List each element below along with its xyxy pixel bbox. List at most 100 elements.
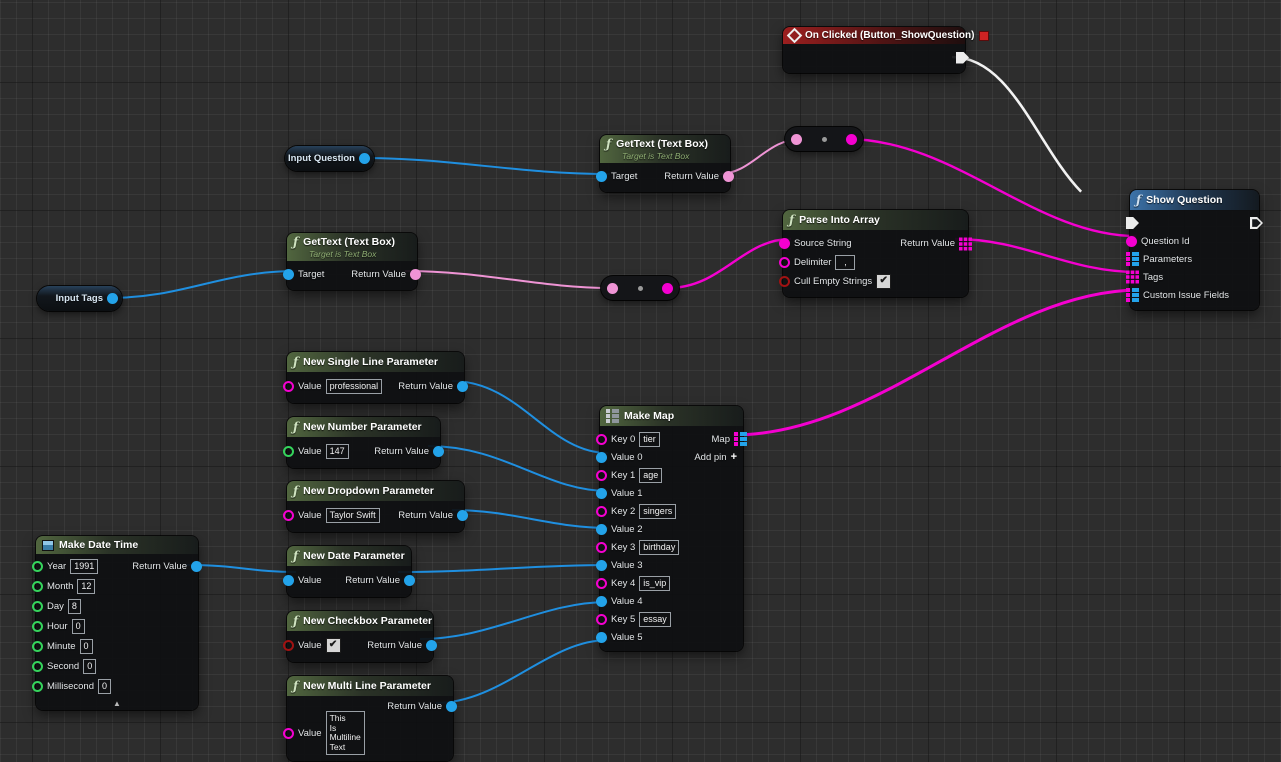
custom-issue-fields-map-pin[interactable] [1126, 288, 1139, 302]
value-field[interactable]: Taylor Swift [326, 508, 380, 523]
reroute-out-pin[interactable] [662, 283, 673, 294]
month-pin[interactable] [32, 581, 43, 592]
node-show-question[interactable]: ƒ Show Question Question Id Parameters T… [1130, 190, 1259, 310]
key4-pin[interactable] [596, 578, 607, 589]
second-field[interactable]: 0 [83, 659, 96, 674]
year-pin[interactable] [32, 561, 43, 572]
wire-multiline-value5[interactable] [436, 640, 608, 703]
value-checkbox[interactable]: ✔ [326, 638, 341, 653]
wire-checkbox-value4[interactable] [420, 602, 608, 639]
wire-inputquestion-gettext[interactable] [362, 158, 610, 174]
value4-pin[interactable] [596, 596, 607, 607]
day-pin[interactable] [32, 601, 43, 612]
node-gettext-question[interactable]: ƒ GetText (Text Box) Target is Text Box … [600, 135, 730, 192]
key1-field[interactable]: age [639, 468, 662, 483]
node-new-date-parameter[interactable]: ƒ New Date Parameter Value Return Value [287, 546, 411, 597]
reroute-in-pin[interactable] [791, 134, 802, 145]
node-reroute-tags[interactable] [601, 276, 679, 300]
wire-singleline-value0[interactable] [452, 381, 608, 453]
value-pin[interactable] [283, 510, 294, 521]
year-field[interactable]: 1991 [70, 559, 98, 574]
node-make-map[interactable]: Make Map Key 0 tier Map Value 0 Add pin+… [600, 406, 743, 651]
source-string-pin[interactable] [779, 238, 790, 249]
value-pin[interactable] [283, 575, 294, 586]
return-value-pin[interactable] [404, 575, 415, 586]
key0-field[interactable]: tier [639, 432, 660, 447]
parameters-map-pin[interactable] [1126, 252, 1139, 266]
target-pin[interactable] [596, 171, 607, 182]
key5-field[interactable]: essay [639, 612, 671, 627]
wire-parsearray-tags[interactable] [955, 239, 1137, 272]
tags-array-pin[interactable] [1126, 270, 1139, 284]
node-parse-into-array[interactable]: ƒ Parse Into Array Source String Return … [783, 210, 968, 297]
key2-field[interactable]: singers [639, 504, 676, 519]
exec-out-pin[interactable] [1250, 217, 1263, 229]
wire-makemap-customissuefields[interactable] [733, 290, 1137, 435]
cull-empty-strings-pin[interactable] [779, 276, 790, 287]
second-pin[interactable] [32, 661, 43, 672]
return-value-pin[interactable] [446, 701, 457, 712]
wire-exec-onclicked-showquestion[interactable] [952, 57, 1136, 218]
target-pin[interactable] [283, 269, 294, 280]
key0-pin[interactable] [596, 434, 607, 445]
collapse-arrow-icon[interactable]: ▲ [113, 699, 121, 709]
key5-pin[interactable] [596, 614, 607, 625]
array-pin[interactable] [959, 237, 972, 251]
return-value-pin[interactable] [457, 381, 468, 392]
node-new-dropdown-parameter[interactable]: ƒ New Dropdown Parameter Value Taylor Sw… [287, 481, 464, 532]
hour-pin[interactable] [32, 621, 43, 632]
value2-pin[interactable] [596, 524, 607, 535]
return-value-pin[interactable] [426, 640, 437, 651]
question-id-pin[interactable] [1126, 236, 1137, 247]
value-field[interactable]: 147 [326, 444, 349, 459]
value-pin[interactable] [283, 728, 294, 739]
return-value-pin[interactable] [723, 171, 734, 182]
node-reroute-question[interactable] [785, 127, 863, 151]
node-new-multiline-parameter[interactable]: ƒ New Multi Line Parameter Value This Is… [287, 676, 453, 761]
node-input-tags[interactable]: Input Tags [37, 286, 122, 311]
delegate-pin[interactable] [979, 31, 989, 41]
key4-field[interactable]: is_vip [639, 576, 670, 591]
millisecond-field[interactable]: 0 [98, 679, 111, 694]
return-value-pin[interactable] [191, 561, 202, 572]
value1-pin[interactable] [596, 488, 607, 499]
node-new-checkbox-parameter[interactable]: ƒ New Checkbox Parameter Value ✔ Return … [287, 611, 433, 662]
exec-in-pin[interactable] [1126, 217, 1139, 229]
exec-out-pin[interactable] [956, 52, 969, 64]
wire-reroute2-sourcestring[interactable] [668, 239, 791, 288]
millisecond-pin[interactable] [32, 681, 43, 692]
node-make-date-time[interactable]: Make Date Time Year 1991 Return Value Mo… [36, 536, 198, 710]
value-field[interactable]: professional [326, 379, 383, 394]
value-pin[interactable] [283, 640, 294, 651]
delimiter-pin[interactable] [779, 257, 790, 268]
node-gettext-tags[interactable]: ƒ GetText (Text Box) Target is Text Box … [287, 233, 417, 290]
value0-pin[interactable] [596, 452, 607, 463]
wire-inputtags-gettext[interactable] [108, 271, 297, 298]
variable-out-pin[interactable] [359, 153, 370, 164]
variable-out-pin[interactable] [107, 293, 118, 304]
wire-makedatetime-datevalue[interactable] [186, 565, 296, 572]
day-field[interactable]: 8 [68, 599, 81, 614]
node-new-number-parameter[interactable]: ƒ New Number Parameter Value 147 Return … [287, 417, 440, 468]
node-on-clicked[interactable]: On Clicked (Button_ShowQuestion) [783, 27, 965, 73]
node-new-single-line-parameter[interactable]: ƒ New Single Line Parameter Value profes… [287, 352, 464, 403]
month-field[interactable]: 12 [77, 579, 95, 594]
wire-gettext-reroute2[interactable] [405, 271, 610, 288]
reroute-in-pin[interactable] [607, 283, 618, 294]
value-pin[interactable] [283, 381, 294, 392]
return-value-pin[interactable] [410, 269, 421, 280]
map-out-pin[interactable] [734, 432, 747, 446]
value3-pin[interactable] [596, 560, 607, 571]
value5-pin[interactable] [596, 632, 607, 643]
key3-field[interactable]: birthday [639, 540, 679, 555]
wire-date-value3[interactable] [398, 565, 608, 572]
value-field[interactable]: This Is Multiline Text [326, 711, 365, 755]
blueprint-graph-canvas[interactable]: { "colors": { "exec_wire": "#f2f2f2", "o… [0, 0, 1281, 762]
minute-field[interactable]: 0 [80, 639, 93, 654]
value-pin[interactable] [283, 446, 294, 457]
node-input-question[interactable]: Input Question [285, 146, 374, 171]
minute-pin[interactable] [32, 641, 43, 652]
key1-pin[interactable] [596, 470, 607, 481]
return-value-pin[interactable] [433, 446, 444, 457]
wire-dropdown-value2[interactable] [452, 510, 608, 528]
